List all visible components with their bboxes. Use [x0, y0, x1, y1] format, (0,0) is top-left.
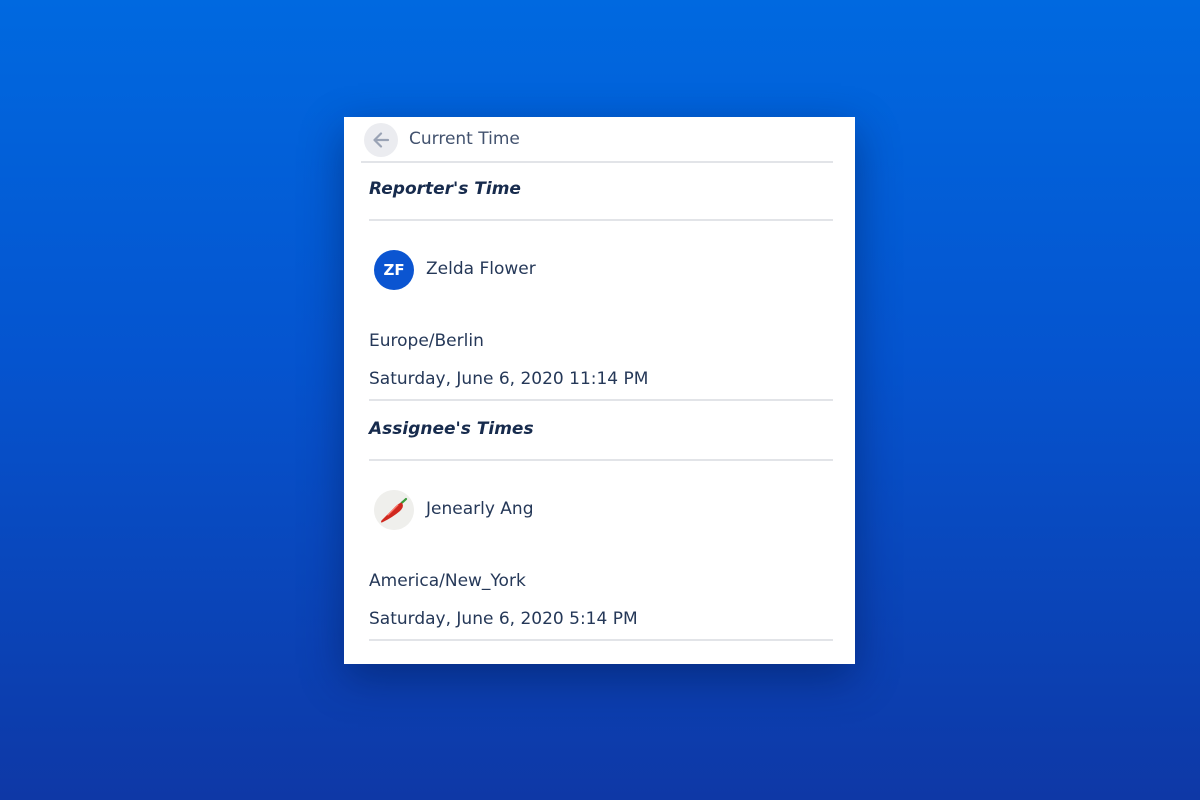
assignee-user-row: Jenearly Ang [369, 480, 833, 540]
back-button[interactable] [364, 123, 398, 157]
panel-title: Current Time [409, 129, 520, 149]
assignee-timezone: America/New_York [369, 571, 526, 591]
assignee-name[interactable]: Jenearly Ang [426, 499, 534, 519]
reporter-datetime: Saturday, June 6, 2020 11:14 PM [369, 364, 833, 401]
reporter-section-title: Reporter's Time [369, 165, 833, 221]
avatar: ZF [374, 250, 414, 290]
reporter-user-row: ZF Zelda Flower [369, 240, 833, 300]
current-time-panel: Current Time Reporter's Time ZF Zelda Fl… [344, 117, 855, 664]
reporter-name[interactable]: Zelda Flower [426, 259, 536, 279]
assignee-datetime: Saturday, June 6, 2020 5:14 PM [369, 604, 833, 641]
assignee-section-title: Assignee's Times [369, 405, 833, 461]
reporter-timezone: Europe/Berlin [369, 331, 484, 351]
panel-header: Current Time [361, 117, 833, 163]
arrow-left-icon [373, 132, 390, 148]
avatar [374, 490, 414, 530]
chili-pepper-icon [374, 490, 414, 530]
